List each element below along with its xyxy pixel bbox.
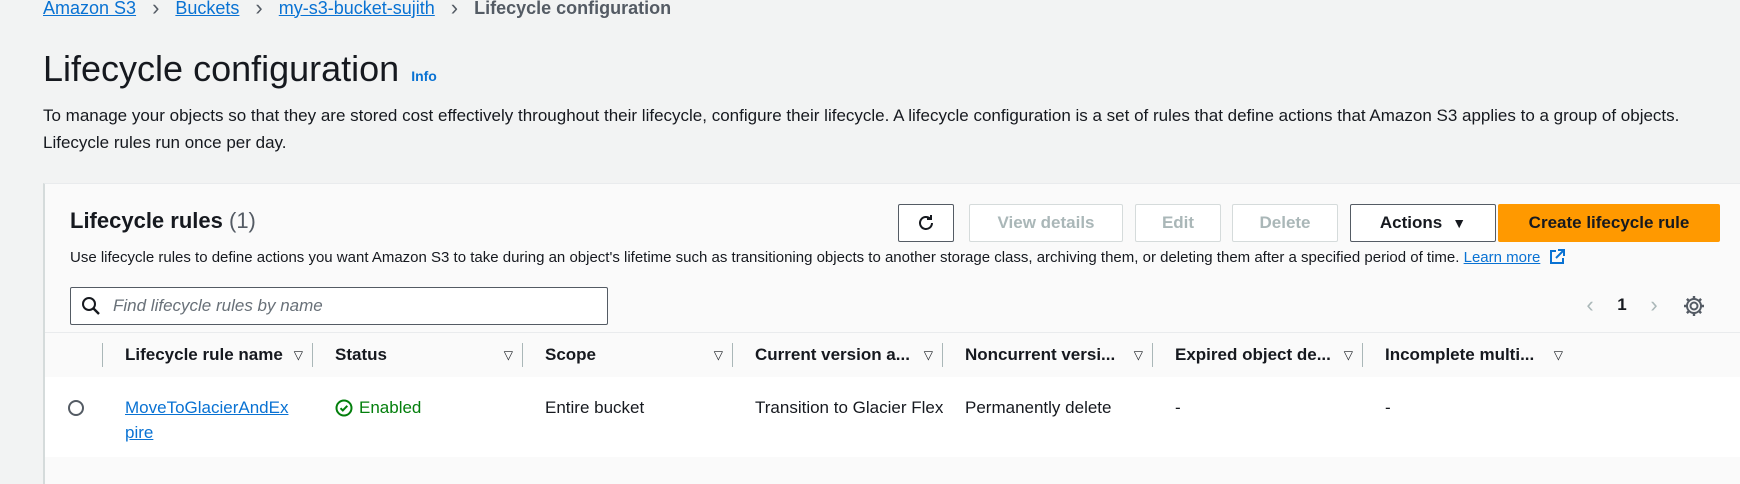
current-version-cell: Transition to Glacier Flexib <box>755 398 943 417</box>
external-link-icon[interactable] <box>1549 249 1565 265</box>
chevron-right-icon: › <box>152 0 160 20</box>
table-row[interactable]: MoveToGlacierAndExpire Enabled Entire bu… <box>45 377 1740 457</box>
expired-object-cell: - <box>1175 398 1181 417</box>
check-circle-icon <box>335 399 353 416</box>
column-header-noncurrent-version[interactable]: Noncurrent versi... ▽ <box>965 333 1153 377</box>
sort-icon: ▽ <box>503 348 513 362</box>
status-cell: Enabled <box>335 395 421 420</box>
breadcrumb-amazon-s3[interactable]: Amazon S3 <box>43 0 136 19</box>
column-select <box>45 333 103 377</box>
page-number[interactable]: 1 <box>1605 295 1639 315</box>
pagination: ‹ 1 › <box>1575 292 1669 318</box>
row-select-radio[interactable] <box>68 400 84 416</box>
chevron-left-icon[interactable]: ‹ <box>1575 292 1605 318</box>
breadcrumb: Amazon S3 › Buckets › my-s3-bucket-sujit… <box>43 0 671 19</box>
status-text: Enabled <box>359 398 422 417</box>
column-header-expired-object[interactable]: Expired object de... ▽ <box>1175 333 1363 377</box>
refresh-icon <box>919 215 933 230</box>
sort-icon: ▽ <box>1553 348 1563 362</box>
column-header-incomplete-multipart[interactable]: Incomplete multi... ▽ <box>1385 333 1573 377</box>
info-link[interactable]: Info <box>411 68 437 84</box>
search-input[interactable] <box>111 295 595 317</box>
sort-icon: ▽ <box>923 348 933 362</box>
table-header: Lifecycle rule name ▽ Status ▽ Scope ▽ C… <box>45 332 1740 378</box>
refresh-button[interactable] <box>898 204 954 242</box>
edit-button[interactable]: Edit <box>1135 204 1221 242</box>
gear-icon[interactable] <box>1682 294 1706 318</box>
delete-button[interactable]: Delete <box>1232 204 1338 242</box>
actions-label: Actions <box>1379 213 1443 232</box>
panel-description: Use lifecycle rules to define actions yo… <box>70 249 1740 266</box>
column-header-name[interactable]: Lifecycle rule name ▽ <box>125 333 313 377</box>
scope-cell: Entire bucket <box>545 398 645 417</box>
lifecycle-rules-panel: Lifecycle rules (1) View details Edit De… <box>43 183 1740 484</box>
chevron-right-icon: › <box>450 0 459 20</box>
panel-title-text: Lifecycle rules <box>70 208 223 233</box>
rule-name-cell: MoveToGlacierAndExpire <box>125 395 295 445</box>
chevron-right-icon[interactable]: › <box>1639 292 1669 318</box>
rule-name-link[interactable]: MoveToGlacierAndExpire <box>125 395 295 445</box>
noncurrent-version-cell: Permanently delete <box>965 398 1112 417</box>
panel-description-text: Use lifecycle rules to define actions yo… <box>70 249 1460 266</box>
view-details-button[interactable]: View details <box>969 204 1123 242</box>
sort-icon: ▽ <box>1343 348 1353 362</box>
breadcrumb-buckets[interactable]: Buckets <box>175 0 239 19</box>
page-description: To manage your objects so that they are … <box>43 106 1680 152</box>
page-title: Lifecycle configuration <box>43 48 400 89</box>
panel-title: Lifecycle rules (1) <box>70 208 256 234</box>
breadcrumb-current: Lifecycle configuration <box>474 0 672 18</box>
sort-icon: ▽ <box>713 348 723 362</box>
status-badge: Enabled <box>335 395 421 420</box>
column-header-scope[interactable]: Scope ▽ <box>545 333 733 377</box>
caret-down-icon: ▼ <box>1452 215 1467 231</box>
sort-icon: ▽ <box>1133 348 1143 362</box>
column-header-status[interactable]: Status ▽ <box>335 333 523 377</box>
breadcrumb-bucket[interactable]: my-s3-bucket-sujith <box>279 0 435 19</box>
rule-count: (1) <box>229 208 256 233</box>
column-header-current-version[interactable]: Current version a... ▽ <box>755 333 943 377</box>
chevron-right-icon: › <box>255 0 263 20</box>
incomplete-multipart-cell: - <box>1385 398 1391 417</box>
search-icon <box>82 297 100 315</box>
create-lifecycle-rule-button[interactable]: Create lifecycle rule <box>1498 204 1720 242</box>
sort-icon: ▽ <box>293 348 303 362</box>
search-box <box>70 287 608 325</box>
page-header: Lifecycle configuration Info <box>43 48 437 90</box>
actions-button[interactable]: Actions ▼ <box>1350 204 1496 242</box>
learn-more-link[interactable]: Learn more <box>1464 249 1541 266</box>
